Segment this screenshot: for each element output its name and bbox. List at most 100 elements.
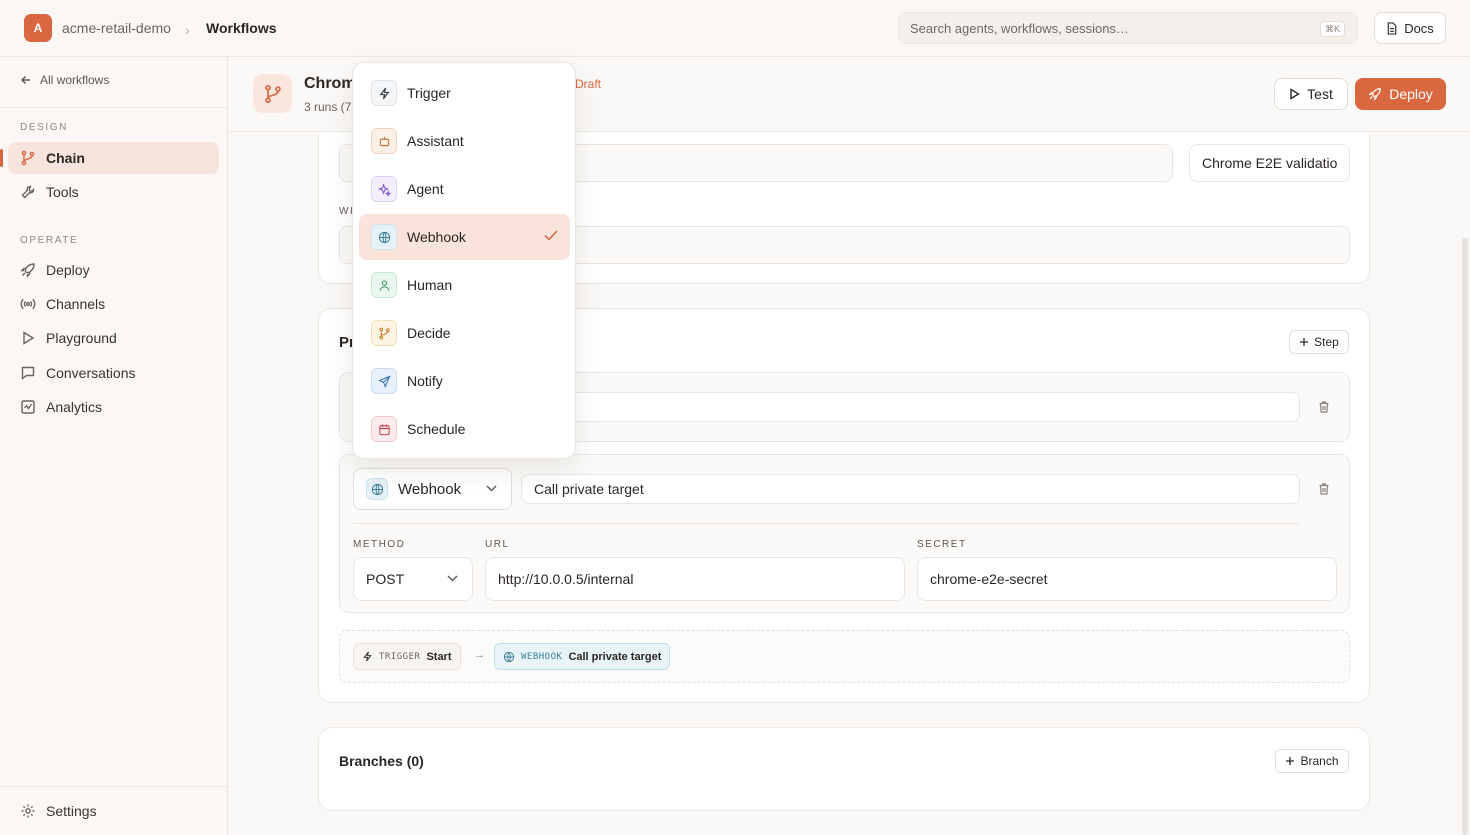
checkmark-icon [544,230,558,241]
wrench-icon [20,184,36,200]
breadcrumb-current[interactable]: Workflows [206,20,277,36]
trash-icon[interactable] [1317,482,1331,496]
status-badge: Draft [575,77,602,91]
trash-icon[interactable] [1317,400,1331,414]
sidebar-item-label: Playground [46,330,117,346]
step-type-label: Webhook [398,480,462,498]
workflow-name-input[interactable]: Chrome E2E validatio [1189,144,1350,182]
menu-item-label: Trigger [407,85,451,101]
back-label: All workflows [40,73,110,87]
sidebar-item-chain[interactable]: Chain [8,142,219,174]
url-value: http://10.0.0.5/internal [498,571,634,587]
step-name-input[interactable] [521,392,1300,422]
menu-item-schedule[interactable]: Schedule [359,406,570,452]
broadcast-icon [20,296,36,312]
globe-icon [366,478,388,500]
flow-preview: TRIGGER Start → WEBHOOK Call private tar… [339,630,1350,683]
flow-chip-webhook[interactable]: WEBHOOK Call private target [494,643,671,670]
menu-item-notify[interactable]: Notify [359,358,570,404]
person-icon [371,272,397,298]
send-icon [371,368,397,394]
robot-icon [371,128,397,154]
menu-item-label: Webhook [407,229,466,245]
chip-kind: WEBHOOK [521,651,563,662]
bolt-icon [362,651,373,662]
add-branch-label: Branch [1300,754,1339,768]
menu-item-decide[interactable]: Decide [359,310,570,356]
menu-item-label: Agent [407,181,444,197]
menu-item-webhook[interactable]: Webhook [359,214,570,260]
arrow-left-icon [20,74,32,86]
step-card: Webhook Call private target METHOD POST … [339,454,1350,613]
search-shortcut-badge: ⌘K [1319,21,1345,37]
flow-chip-trigger[interactable]: TRIGGER Start [353,643,461,670]
back-to-workflows-link[interactable]: All workflows [20,73,109,87]
sidebar-item-conversations[interactable]: Conversations [8,357,219,389]
globe-icon [503,651,515,663]
play-icon [1289,88,1301,100]
chip-kind: TRIGGER [379,651,421,662]
docs-label: Docs [1404,20,1434,36]
menu-item-trigger[interactable]: Trigger [359,70,570,116]
chart-icon [20,399,36,415]
url-input[interactable]: http://10.0.0.5/internal [485,557,905,601]
menu-item-agent[interactable]: Agent [359,166,570,212]
menu-item-assistant[interactable]: Assistant [359,118,570,164]
sidebar-item-settings[interactable]: Settings [8,795,219,827]
add-branch-button[interactable]: Branch [1275,749,1349,773]
sidebar-item-label: Analytics [46,399,103,415]
sidebar-item-label: Conversations [46,365,136,381]
workflow-name-value: Chrome E2E validatio [1202,155,1338,171]
branch-icon [253,74,292,113]
menu-item-label: Human [407,277,453,293]
add-step-button[interactable]: Step [1289,330,1349,354]
menu-item-label: Decide [407,325,451,341]
bolt-icon [371,80,397,106]
calendar-icon [371,416,397,442]
branches-title: Branches (0) [339,753,424,769]
deploy-label: Deploy [1389,86,1433,102]
test-label: Test [1307,86,1333,102]
secret-value: chrome-e2e-secret [930,571,1048,587]
sidebar-item-deploy[interactable]: Deploy [8,254,219,286]
sidebar-divider [0,107,228,108]
global-search-input[interactable]: Search agents, workflows, sessions… ⌘K [898,12,1358,44]
sidebar-item-analytics[interactable]: Analytics [8,391,219,423]
sidebar-item-channels[interactable]: Channels [8,288,219,320]
sidebar-item-playground[interactable]: Playground [8,322,219,354]
menu-item-label: Notify [407,373,443,389]
step-divider [353,523,1299,524]
step-name-input[interactable]: Call private target [521,474,1300,504]
secret-input[interactable]: chrome-e2e-secret [917,557,1337,601]
org-avatar[interactable]: A [24,14,52,42]
menu-item-label: Assistant [407,133,464,149]
menu-item-human[interactable]: Human [359,262,570,308]
chevron-down-icon [486,485,497,492]
document-icon [1386,21,1398,35]
rocket-icon [20,262,36,278]
plus-icon [1285,756,1295,766]
workflow-title: Chrom [304,75,356,92]
sidebar-section-operate: OPERATE [20,235,79,246]
branches-card: Branches (0) Branch [318,727,1370,811]
menu-item-label: Schedule [407,421,466,437]
sidebar-item-label: Deploy [46,262,90,278]
sidebar-item-label: Settings [46,803,97,819]
message-icon [20,365,36,381]
docs-button[interactable]: Docs [1374,12,1446,44]
deploy-button[interactable]: Deploy [1355,78,1446,110]
top-bar: A acme-retail-demo › Workflows Search ag… [0,0,1470,57]
active-indicator [0,149,3,167]
step-type-select[interactable]: Webhook [353,468,512,510]
branch-icon [371,320,397,346]
chevron-down-icon [447,575,458,582]
step-name-value: Call private target [534,481,644,497]
test-button[interactable]: Test [1274,78,1348,110]
chip-name: Start [426,650,452,663]
sidebar-item-tools[interactable]: Tools [8,176,219,208]
method-select[interactable]: POST [353,557,473,601]
method-label: METHOD [353,539,406,550]
org-switcher[interactable]: acme-retail-demo [62,20,171,36]
branch-icon [20,150,36,166]
scrollbar[interactable] [1462,238,1468,835]
